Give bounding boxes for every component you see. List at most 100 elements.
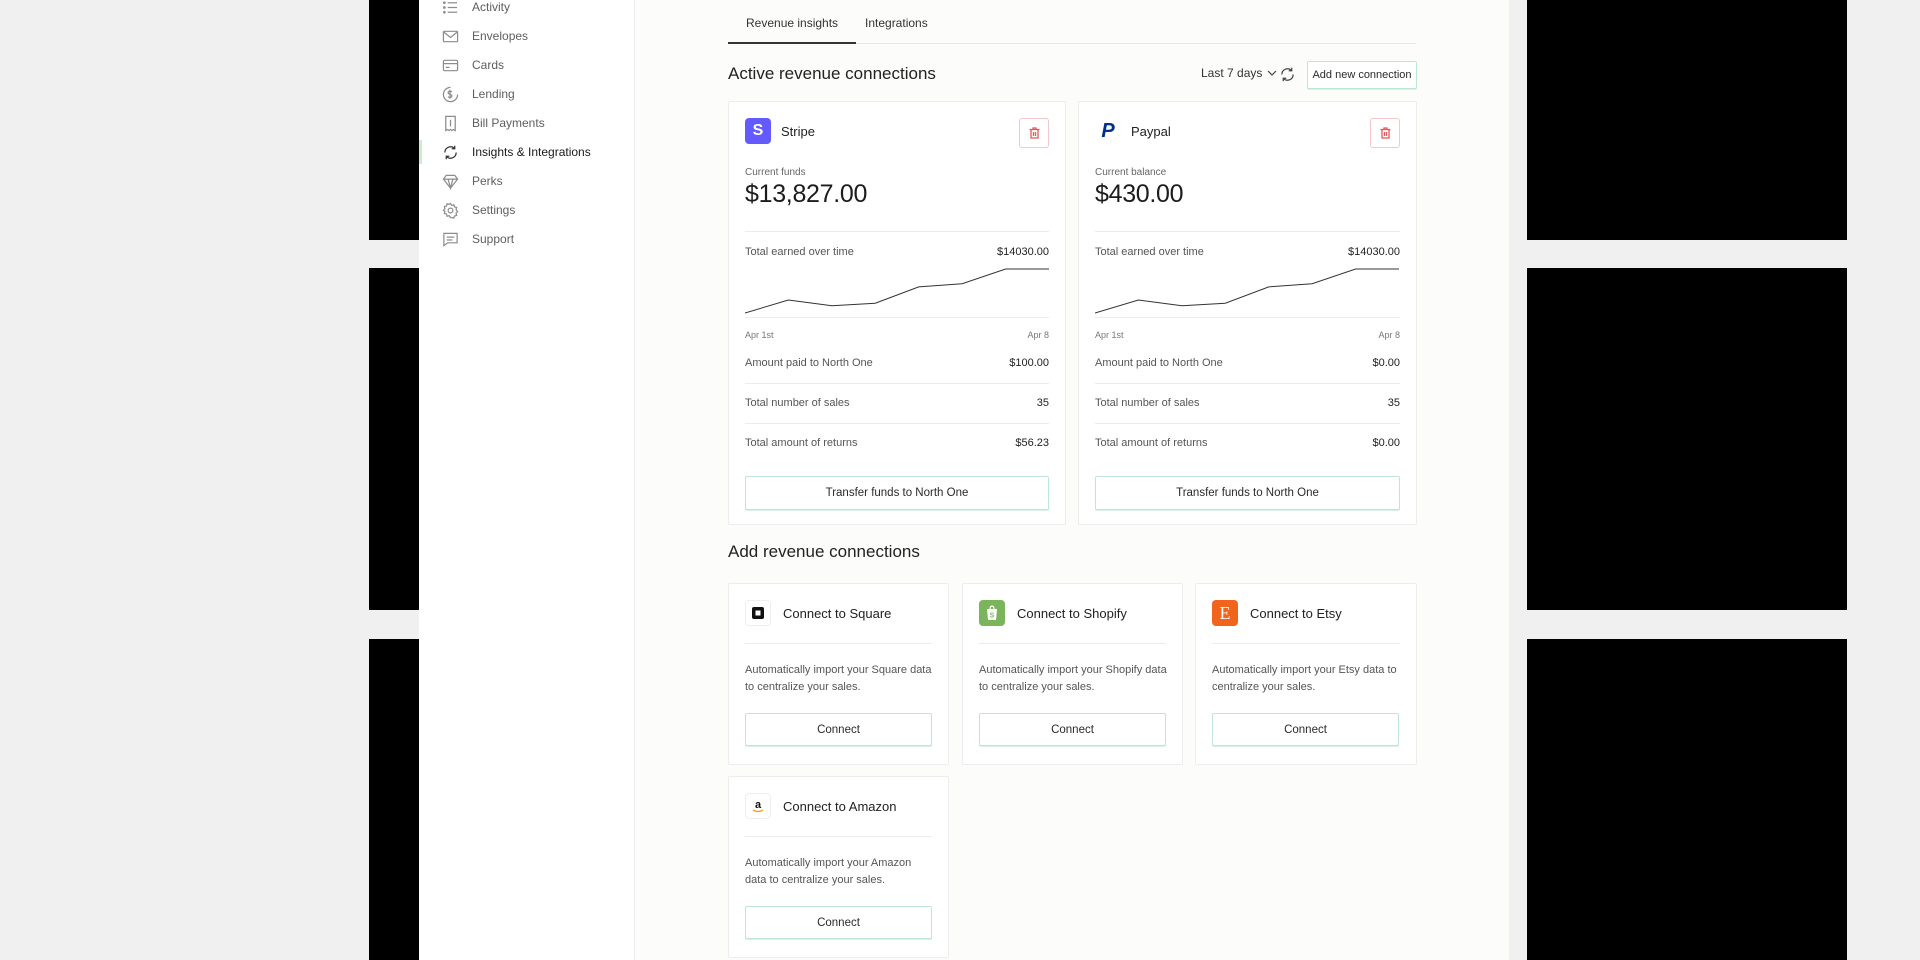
card-title-text: Connect to Square	[783, 605, 892, 621]
square-icon	[745, 600, 771, 626]
chart-end-date: Apr 8	[1027, 330, 1049, 340]
card-description: Automatically import your Square data to…	[745, 664, 932, 693]
sales-count-label: Total number of sales	[1095, 397, 1200, 409]
lending-icon	[441, 85, 459, 103]
transfer-funds-button[interactable]: Transfer funds to North One	[1095, 476, 1400, 510]
sidebar-item-lending[interactable]: Lending	[441, 82, 621, 106]
active-indicator	[419, 140, 422, 164]
connect-etsy-button[interactable]: Connect	[1212, 713, 1399, 746]
sparkline-line	[1095, 268, 1399, 314]
sparkline-line	[745, 268, 1049, 314]
amount-paid-value: $0.00	[1372, 357, 1400, 369]
sidebar-item-label: Perks	[472, 174, 503, 188]
shopify-connect-card: S Connect to Shopify Automatically impor…	[962, 583, 1183, 765]
chevron-down-icon	[1267, 70, 1277, 76]
card-title: a Connect to Amazon	[745, 793, 896, 819]
add-connections-title: Add revenue connections	[728, 542, 920, 561]
stripe-connection-card: S Stripe Current funds $13,827.00 Total …	[728, 101, 1066, 525]
delete-button[interactable]	[1370, 118, 1400, 148]
earned-value: $14030.00	[1348, 246, 1400, 258]
funds-label: Current funds	[745, 167, 806, 178]
background-block	[369, 639, 419, 960]
divider	[979, 643, 1166, 644]
background-block	[369, 0, 419, 240]
card-description: Automatically import your Amazon data to…	[745, 857, 912, 886]
sidebar-item-insights-integrations[interactable]: Insights & Integrations	[441, 140, 621, 164]
sidebar-item-support[interactable]: Support	[441, 227, 621, 251]
sidebar-item-bill-payments[interactable]: Bill Payments	[441, 111, 621, 135]
amount-paid-label: Amount paid to North One	[1095, 357, 1223, 369]
card-icon	[441, 56, 459, 74]
trash-icon	[1380, 127, 1390, 139]
sidebar-item-label: Settings	[472, 203, 516, 217]
trash-icon	[1029, 127, 1039, 139]
card-title-text: Connect to Amazon	[783, 798, 897, 814]
divider	[745, 317, 1049, 318]
list-icon	[441, 0, 459, 16]
amount-paid-label: Amount paid to North One	[745, 357, 873, 369]
envelope-icon	[441, 27, 459, 45]
sidebar-item-label: Bill Payments	[472, 116, 545, 130]
divider	[1095, 423, 1400, 424]
funds-amount: $13,827.00	[745, 180, 868, 208]
connect-amazon-button[interactable]: Connect	[745, 906, 932, 939]
transfer-funds-button[interactable]: Transfer funds to North One	[745, 476, 1049, 510]
tab-integrations[interactable]: Integrations	[847, 16, 946, 44]
stripe-logo-icon: S	[745, 118, 771, 144]
chat-icon	[441, 230, 459, 248]
chart-start-date: Apr 1st	[1095, 330, 1124, 340]
divider	[1212, 643, 1400, 644]
connect-shopify-button[interactable]: Connect	[979, 713, 1166, 746]
sidebar-item-cards[interactable]: Cards	[441, 53, 621, 77]
gear-icon	[441, 201, 459, 219]
paypal-connection-card: P Paypal Current balance $430.00 Total e…	[1078, 101, 1417, 525]
card-title: S Connect to Shopify	[979, 600, 1127, 626]
add-new-connection-button[interactable]: Add new connection	[1307, 61, 1417, 89]
card-description: Automatically import your Shopify data t…	[979, 664, 1167, 693]
etsy-icon: E	[1212, 600, 1238, 626]
sales-count-label: Total number of sales	[745, 397, 850, 409]
returns-label: Total amount of returns	[1095, 437, 1208, 449]
returns-label: Total amount of returns	[745, 437, 858, 449]
provider-header: S Stripe	[745, 118, 815, 144]
svg-text:a: a	[755, 799, 762, 811]
sidebar-item-settings[interactable]: Settings	[441, 198, 621, 222]
provider-name: Paypal	[1131, 123, 1171, 139]
sales-count-value: 35	[1387, 397, 1400, 409]
divider	[745, 231, 1049, 232]
sidebar-item-activity[interactable]: Activity	[441, 0, 621, 19]
funds-label: Current balance	[1095, 167, 1167, 178]
svg-text:S: S	[990, 613, 995, 620]
returns-value: $0.00	[1372, 437, 1400, 449]
tab-bar: Revenue insights Integrations	[728, 8, 1416, 44]
delete-button[interactable]	[1019, 118, 1049, 148]
background-block	[1527, 639, 1847, 960]
provider-header: P Paypal	[1095, 118, 1171, 144]
sidebar-item-perks[interactable]: Perks	[441, 169, 621, 193]
tab-revenue-insights[interactable]: Revenue insights	[728, 16, 857, 44]
returns-value: $56.23	[1015, 437, 1049, 449]
paypal-logo-icon: P	[1095, 118, 1121, 144]
background-block	[1527, 268, 1847, 610]
card-title-text: Connect to Etsy	[1250, 605, 1342, 621]
chart-start-date: Apr 1st	[745, 330, 774, 340]
date-range-dropdown[interactable]: Last 7 days	[1201, 66, 1277, 80]
sync-icon	[441, 143, 459, 161]
sidebar-item-label: Cards	[472, 58, 505, 72]
sidebar-item-envelopes[interactable]: Envelopes	[441, 24, 621, 48]
earnings-sparkline	[745, 268, 1049, 314]
earned-label: Total earned over time	[1095, 246, 1204, 258]
funds-amount: $430.00	[1095, 180, 1184, 208]
card-title: E Connect to Etsy	[1212, 600, 1342, 626]
divider	[745, 643, 932, 644]
divider	[745, 423, 1049, 424]
date-range-label: Last 7 days	[1201, 66, 1263, 80]
app-window: Activity Envelopes Cards Lending Bill Pa…	[419, 0, 1509, 960]
diamond-icon	[441, 172, 459, 190]
background-block	[369, 268, 419, 610]
refresh-icon[interactable]	[1279, 66, 1296, 83]
sidebar-item-label: Support	[472, 232, 515, 246]
sidebar-item-label: Insights & Integrations	[472, 145, 591, 159]
connect-square-button[interactable]: Connect	[745, 713, 932, 746]
card-title-text: Connect to Shopify	[1017, 605, 1127, 621]
